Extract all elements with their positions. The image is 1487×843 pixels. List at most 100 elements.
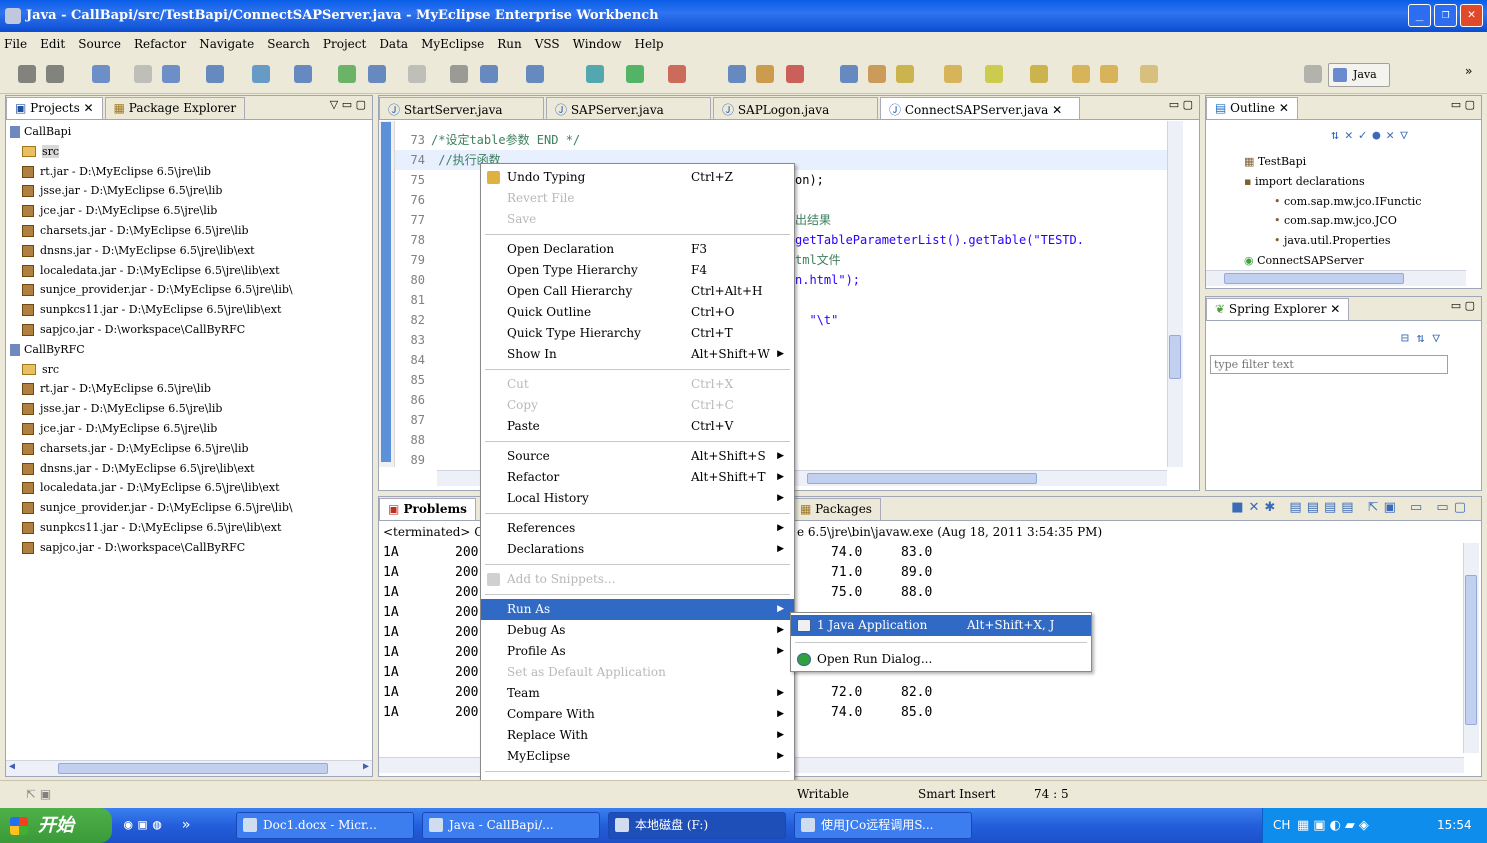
projects-hscroll-thumb[interactable]	[58, 763, 328, 774]
tree-item[interactable]: src	[8, 142, 372, 162]
context-menu-item[interactable]: Declarations ▶	[481, 539, 794, 560]
toolbar-tool-icon[interactable]	[626, 65, 644, 83]
tree-item[interactable]: sunpkcs11.jar - D:\MyEclipse 6.5\jre\lib…	[8, 518, 372, 538]
tree-item[interactable]: sapjco.jar - D:\workspace\CallByRFC	[8, 320, 372, 340]
context-menu-item[interactable]: Local History ▶	[481, 488, 794, 509]
menu-edit[interactable]: Edit	[40, 37, 65, 51]
tree-item[interactable]: dnsns.jar - D:\MyEclipse 6.5\jre\lib\ext	[8, 459, 372, 479]
toolbar-tool-icon[interactable]	[450, 65, 468, 83]
context-menu-item[interactable]: Open Call Hierarchy Ctrl+Alt+H	[481, 281, 794, 302]
console-vscroll[interactable]	[1463, 543, 1479, 753]
menu-project[interactable]: Project	[323, 37, 366, 51]
view-menu-icon[interactable]: ▽ ▭ ▢	[330, 98, 366, 111]
tab-packages[interactable]: ▦ Packages	[791, 498, 881, 520]
outline-item[interactable]: ▪ import declarations	[1214, 172, 1464, 192]
toolbar-tool-icon[interactable]	[338, 65, 356, 83]
outline-item[interactable]: • com.sap.mw.jco.JCO	[1214, 211, 1464, 231]
taskbar-window-button[interactable]: Java - CallBapi/...	[422, 812, 600, 839]
outline-item[interactable]: • java.util.Properties	[1214, 231, 1464, 251]
context-menu-item[interactable]: Team ▶	[481, 683, 794, 704]
toolbar-tool-icon[interactable]	[1030, 65, 1048, 83]
tree-item[interactable]: CallBapi	[8, 122, 372, 142]
outline-view-controls-icon[interactable]: ▭ ▢	[1451, 98, 1475, 111]
menu-run[interactable]: Run	[497, 37, 522, 51]
tree-item[interactable]: jce.jar - D:\MyEclipse 6.5\jre\lib	[8, 419, 372, 439]
tray-icons[interactable]: ▦▣◐▰◈	[1297, 808, 1373, 843]
tree-item[interactable]: charsets.jar - D:\MyEclipse 6.5\jre\lib	[8, 221, 372, 241]
editor-hscroll-thumb[interactable]	[807, 473, 1037, 484]
tree-item[interactable]: jsse.jar - D:\MyEclipse 6.5\jre\lib	[8, 181, 372, 201]
toolbar-tool-icon[interactable]	[840, 65, 858, 83]
outline-hscroll[interactable]	[1206, 270, 1466, 286]
editor-tab[interactable]: Ⓙ StartServer.java	[379, 97, 544, 119]
menu-file[interactable]: File	[4, 37, 27, 51]
tree-item[interactable]: charsets.jar - D:\MyEclipse 6.5\jre\lib	[8, 439, 372, 459]
toolbar-tool-icon[interactable]	[408, 65, 426, 83]
menu-search[interactable]: Search	[267, 37, 310, 51]
taskbar-window-button[interactable]: 本地磁盘 (F:)	[608, 812, 786, 839]
tree-item[interactable]: sunjce_provider.jar - D:\MyEclipse 6.5\j…	[8, 280, 372, 300]
menu-data[interactable]: Data	[379, 37, 408, 51]
editor-tab[interactable]: Ⓙ SAPServer.java	[546, 97, 711, 119]
toolbar-tool-icon[interactable]	[134, 65, 152, 83]
menu-refactor[interactable]: Refactor	[134, 37, 186, 51]
tab-package-explorer[interactable]: ▦ Package Explorer	[104, 97, 246, 119]
tab-spring-explorer[interactable]: ❦ Spring Explorer ✕	[1206, 298, 1350, 320]
scroll-left-icon[interactable]: ◀	[9, 761, 15, 772]
toolbar-tool-icon[interactable]	[368, 65, 386, 83]
language-indicator[interactable]: CH	[1273, 808, 1290, 843]
taskbar-window-button[interactable]: 使用JCo远程调用S...	[794, 812, 972, 839]
tab-projects[interactable]: ▣ Projects ✕	[6, 97, 103, 119]
toolbar-tool-icon[interactable]	[786, 65, 804, 83]
context-menu-item[interactable]: Open Type Hierarchy F4	[481, 260, 794, 281]
menu-source[interactable]: Source	[78, 37, 121, 51]
close-tab-icon[interactable]: ✕	[1048, 103, 1062, 117]
tree-item[interactable]: CallByRFC	[8, 340, 372, 360]
tree-item[interactable]: rt.jar - D:\MyEclipse 6.5\jre\lib	[8, 162, 372, 182]
context-menu-item[interactable]: Debug As ▶	[481, 620, 794, 641]
toolbar-tool-icon[interactable]	[480, 65, 498, 83]
submenu-item[interactable]: Open Run Dialog...	[791, 649, 1091, 670]
tree-item[interactable]: rt.jar - D:\MyEclipse 6.5\jre\lib	[8, 379, 372, 399]
context-menu-item[interactable]: Run As ▶	[481, 599, 794, 620]
console-toolbar-icons[interactable]: ■✕✱ ▤▤▤▤ ⇱▣ ▭ ▭▢	[1231, 500, 1471, 515]
tree-item[interactable]: localedata.jar - D:\MyEclipse 6.5\jre\li…	[8, 261, 372, 281]
editor-view-controls-icon[interactable]: ▭ ▢	[1169, 98, 1193, 111]
tree-item[interactable]: src	[8, 360, 372, 380]
tree-item[interactable]: sunjce_provider.jar - D:\MyEclipse 6.5\j…	[8, 498, 372, 518]
outline-item[interactable]: • com.sap.mw.jco.IFunctic	[1214, 192, 1464, 212]
toolbar-tool-icon[interactable]	[252, 65, 270, 83]
tab-outline[interactable]: ▤ Outline ✕	[1206, 97, 1298, 119]
spring-filter-input[interactable]	[1210, 355, 1448, 374]
outline-item[interactable]: ◉ ConnectSAPServer	[1214, 251, 1464, 268]
context-menu-item[interactable]: Paste Ctrl+V	[481, 416, 794, 437]
menu-help[interactable]: Help	[635, 37, 664, 51]
tree-item[interactable]: jsse.jar - D:\MyEclipse 6.5\jre\lib	[8, 399, 372, 419]
tree-item[interactable]: localedata.jar - D:\MyEclipse 6.5\jre\li…	[8, 478, 372, 498]
taskbar-window-button[interactable]: Doc1.docx - Micr...	[236, 812, 414, 839]
context-menu-item[interactable]: References ▶	[481, 518, 794, 539]
toolbar-tool-icon[interactable]	[896, 65, 914, 83]
context-menu-item[interactable]: Profile As ▶	[481, 641, 794, 662]
fast-view-icon[interactable]: ⇱ ▣	[26, 787, 51, 801]
console-vscroll-thumb[interactable]	[1465, 575, 1477, 725]
scroll-right-icon[interactable]: ▶	[363, 761, 369, 772]
outline-hscroll-thumb[interactable]	[1224, 273, 1404, 284]
start-button[interactable]: 开始	[0, 808, 112, 843]
menu-window[interactable]: Window	[573, 37, 622, 51]
quick-launch-icons[interactable]: ◉▣◍ »	[124, 817, 196, 833]
toolbar-tool-icon[interactable]	[586, 65, 604, 83]
toolbar-tool-icon[interactable]	[206, 65, 224, 83]
minimize-button[interactable]: _	[1408, 4, 1431, 27]
context-menu-item[interactable]: Quick Outline Ctrl+O	[481, 302, 794, 323]
chevron-more-icon[interactable]: »	[1465, 64, 1472, 78]
menu-myeclipse[interactable]: MyEclipse	[421, 37, 484, 51]
toolbar-tool-icon[interactable]	[92, 65, 110, 83]
toolbar-tool-icon[interactable]	[526, 65, 544, 83]
tree-item[interactable]: dnsns.jar - D:\MyEclipse 6.5\jre\lib\ext	[8, 241, 372, 261]
context-menu-item[interactable]: Replace With ▶	[481, 725, 794, 746]
context-menu-item[interactable]: MyEclipse ▶	[481, 746, 794, 767]
toolbar-tool-icon[interactable]	[868, 65, 886, 83]
tab-problems[interactable]: ▣ Problems	[379, 498, 476, 520]
context-menu-item[interactable]: Quick Type Hierarchy Ctrl+T	[481, 323, 794, 344]
